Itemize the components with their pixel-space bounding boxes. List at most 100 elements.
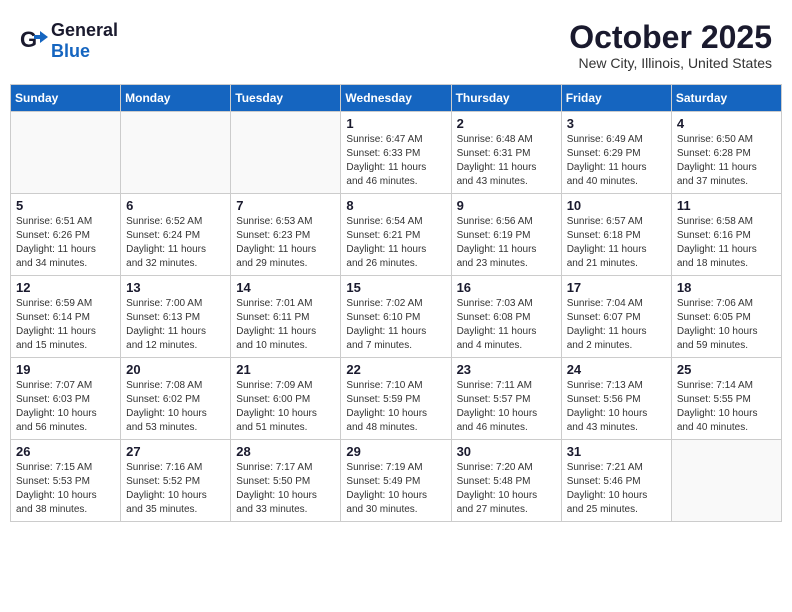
day-number: 16: [457, 280, 556, 295]
day-info: Sunrise: 7:08 AM Sunset: 6:02 PM Dayligh…: [126, 379, 225, 435]
day-number: 5: [16, 198, 115, 213]
day-info: Sunrise: 7:01 AM Sunset: 6:11 PM Dayligh…: [236, 297, 335, 353]
day-number: 22: [346, 362, 445, 377]
day-number: 31: [567, 444, 666, 459]
calendar-cell: 5 Sunrise: 6:51 AM Sunset: 6:26 PM Daylig…: [11, 194, 121, 276]
weekday-header-row: SundayMondayTuesdayWednesdayThursdayFrid…: [11, 85, 782, 112]
day-info: Sunrise: 6:47 AM Sunset: 6:33 PM Dayligh…: [346, 133, 445, 189]
day-number: 24: [567, 362, 666, 377]
calendar-table: SundayMondayTuesdayWednesdayThursdayFrid…: [10, 84, 782, 522]
calendar-cell: 31 Sunrise: 7:21 AM Sunset: 5:46 PM Dayli…: [561, 440, 671, 522]
calendar-cell: 17 Sunrise: 7:04 AM Sunset: 6:07 PM Dayli…: [561, 276, 671, 358]
calendar-cell: 11Sunrise: 6:58 AM Sunset: 6:16 PM Dayli…: [671, 194, 781, 276]
day-info: Sunrise: 7:13 AM Sunset: 5:56 PM Dayligh…: [567, 379, 666, 435]
calendar-cell: 20 Sunrise: 7:08 AM Sunset: 6:02 PM Dayli…: [121, 358, 231, 440]
day-info: Sunrise: 7:16 AM Sunset: 5:52 PM Dayligh…: [126, 461, 225, 517]
day-number: 2: [457, 116, 556, 131]
calendar-cell: 9 Sunrise: 6:56 AM Sunset: 6:19 PM Daylig…: [451, 194, 561, 276]
day-info: Sunrise: 7:20 AM Sunset: 5:48 PM Dayligh…: [457, 461, 556, 517]
day-info: Sunrise: 6:52 AM Sunset: 6:24 PM Dayligh…: [126, 215, 225, 271]
logo-icon: G: [20, 27, 48, 55]
day-info: Sunrise: 7:04 AM Sunset: 6:07 PM Dayligh…: [567, 297, 666, 353]
day-number: 27: [126, 444, 225, 459]
day-info: Sunrise: 7:10 AM Sunset: 5:59 PM Dayligh…: [346, 379, 445, 435]
calendar-cell: 12Sunrise: 6:59 AM Sunset: 6:14 PM Dayli…: [11, 276, 121, 358]
day-info: Sunrise: 6:51 AM Sunset: 6:26 PM Dayligh…: [16, 215, 115, 271]
day-info: Sunrise: 7:21 AM Sunset: 5:46 PM Dayligh…: [567, 461, 666, 517]
calendar-week-row: 5 Sunrise: 6:51 AM Sunset: 6:26 PM Daylig…: [11, 194, 782, 276]
weekday-header-saturday: Saturday: [671, 85, 781, 112]
logo-general-text: General: [51, 20, 118, 40]
calendar-cell: 23 Sunrise: 7:11 AM Sunset: 5:57 PM Dayli…: [451, 358, 561, 440]
day-number: 10: [567, 198, 666, 213]
day-number: 6: [126, 198, 225, 213]
day-info: Sunrise: 7:19 AM Sunset: 5:49 PM Dayligh…: [346, 461, 445, 517]
day-number: 17: [567, 280, 666, 295]
calendar-cell: 8Sunrise: 6:54 AM Sunset: 6:21 PM Daylig…: [341, 194, 451, 276]
weekday-header-friday: Friday: [561, 85, 671, 112]
calendar-cell: 29Sunrise: 7:19 AM Sunset: 5:49 PM Dayli…: [341, 440, 451, 522]
day-number: 13: [126, 280, 225, 295]
calendar-cell: 13 Sunrise: 7:00 AM Sunset: 6:13 PM Dayli…: [121, 276, 231, 358]
day-info: Sunrise: 7:06 AM Sunset: 6:05 PM Dayligh…: [677, 297, 776, 353]
day-info: Sunrise: 6:48 AM Sunset: 6:31 PM Dayligh…: [457, 133, 556, 189]
day-number: 9: [457, 198, 556, 213]
day-info: Sunrise: 6:56 AM Sunset: 6:19 PM Dayligh…: [457, 215, 556, 271]
day-number: 14: [236, 280, 335, 295]
day-info: Sunrise: 7:15 AM Sunset: 5:53 PM Dayligh…: [16, 461, 115, 517]
title-block: October 2025 New City, Illinois, United …: [569, 20, 772, 71]
calendar-week-row: 26 Sunrise: 7:15 AM Sunset: 5:53 PM Dayli…: [11, 440, 782, 522]
day-number: 30: [457, 444, 556, 459]
day-info: Sunrise: 6:57 AM Sunset: 6:18 PM Dayligh…: [567, 215, 666, 271]
weekday-header-sunday: Sunday: [11, 85, 121, 112]
day-info: Sunrise: 6:58 AM Sunset: 6:16 PM Dayligh…: [677, 215, 776, 271]
day-info: Sunrise: 7:11 AM Sunset: 5:57 PM Dayligh…: [457, 379, 556, 435]
day-number: 23: [457, 362, 556, 377]
day-number: 28: [236, 444, 335, 459]
calendar-cell: [671, 440, 781, 522]
day-number: 15: [346, 280, 445, 295]
calendar-cell: 14 Sunrise: 7:01 AM Sunset: 6:11 PM Dayli…: [231, 276, 341, 358]
page-header: G General Blue October 2025 New City, Il…: [10, 10, 782, 76]
day-info: Sunrise: 7:09 AM Sunset: 6:00 PM Dayligh…: [236, 379, 335, 435]
month-title: October 2025: [569, 20, 772, 55]
calendar-cell: 7 Sunrise: 6:53 AM Sunset: 6:23 PM Daylig…: [231, 194, 341, 276]
day-info: Sunrise: 7:17 AM Sunset: 5:50 PM Dayligh…: [236, 461, 335, 517]
calendar-cell: 28 Sunrise: 7:17 AM Sunset: 5:50 PM Dayli…: [231, 440, 341, 522]
day-number: 1: [346, 116, 445, 131]
day-info: Sunrise: 7:03 AM Sunset: 6:08 PM Dayligh…: [457, 297, 556, 353]
day-number: 3: [567, 116, 666, 131]
calendar-cell: 25 Sunrise: 7:14 AM Sunset: 5:55 PM Dayli…: [671, 358, 781, 440]
calendar-cell: 4Sunrise: 6:50 AM Sunset: 6:28 PM Daylig…: [671, 112, 781, 194]
day-info: Sunrise: 6:53 AM Sunset: 6:23 PM Dayligh…: [236, 215, 335, 271]
day-info: Sunrise: 6:49 AM Sunset: 6:29 PM Dayligh…: [567, 133, 666, 189]
calendar-week-row: 12Sunrise: 6:59 AM Sunset: 6:14 PM Dayli…: [11, 276, 782, 358]
calendar-cell: 19Sunrise: 7:07 AM Sunset: 6:03 PM Dayli…: [11, 358, 121, 440]
day-number: 20: [126, 362, 225, 377]
day-number: 7: [236, 198, 335, 213]
day-number: 4: [677, 116, 776, 131]
day-number: 25: [677, 362, 776, 377]
calendar-cell: 21 Sunrise: 7:09 AM Sunset: 6:00 PM Dayli…: [231, 358, 341, 440]
day-info: Sunrise: 7:02 AM Sunset: 6:10 PM Dayligh…: [346, 297, 445, 353]
calendar-week-row: 19Sunrise: 7:07 AM Sunset: 6:03 PM Dayli…: [11, 358, 782, 440]
day-info: Sunrise: 7:00 AM Sunset: 6:13 PM Dayligh…: [126, 297, 225, 353]
day-info: Sunrise: 6:54 AM Sunset: 6:21 PM Dayligh…: [346, 215, 445, 271]
calendar-week-row: 1 Sunrise: 6:47 AM Sunset: 6:33 PM Daylig…: [11, 112, 782, 194]
calendar-cell: 6 Sunrise: 6:52 AM Sunset: 6:24 PM Daylig…: [121, 194, 231, 276]
day-number: 26: [16, 444, 115, 459]
calendar-cell: 30 Sunrise: 7:20 AM Sunset: 5:48 PM Dayli…: [451, 440, 561, 522]
calendar-cell: 16 Sunrise: 7:03 AM Sunset: 6:08 PM Dayli…: [451, 276, 561, 358]
logo: G General Blue: [20, 20, 118, 62]
location-text: New City, Illinois, United States: [569, 55, 772, 71]
calendar-cell: [11, 112, 121, 194]
calendar-cell: [231, 112, 341, 194]
day-info: Sunrise: 7:14 AM Sunset: 5:55 PM Dayligh…: [677, 379, 776, 435]
calendar-cell: 27 Sunrise: 7:16 AM Sunset: 5:52 PM Dayli…: [121, 440, 231, 522]
calendar-cell: 15 Sunrise: 7:02 AM Sunset: 6:10 PM Dayli…: [341, 276, 451, 358]
day-number: 21: [236, 362, 335, 377]
weekday-header-thursday: Thursday: [451, 85, 561, 112]
calendar-cell: 18Sunrise: 7:06 AM Sunset: 6:05 PM Dayli…: [671, 276, 781, 358]
day-number: 19: [16, 362, 115, 377]
svg-text:G: G: [20, 27, 37, 52]
